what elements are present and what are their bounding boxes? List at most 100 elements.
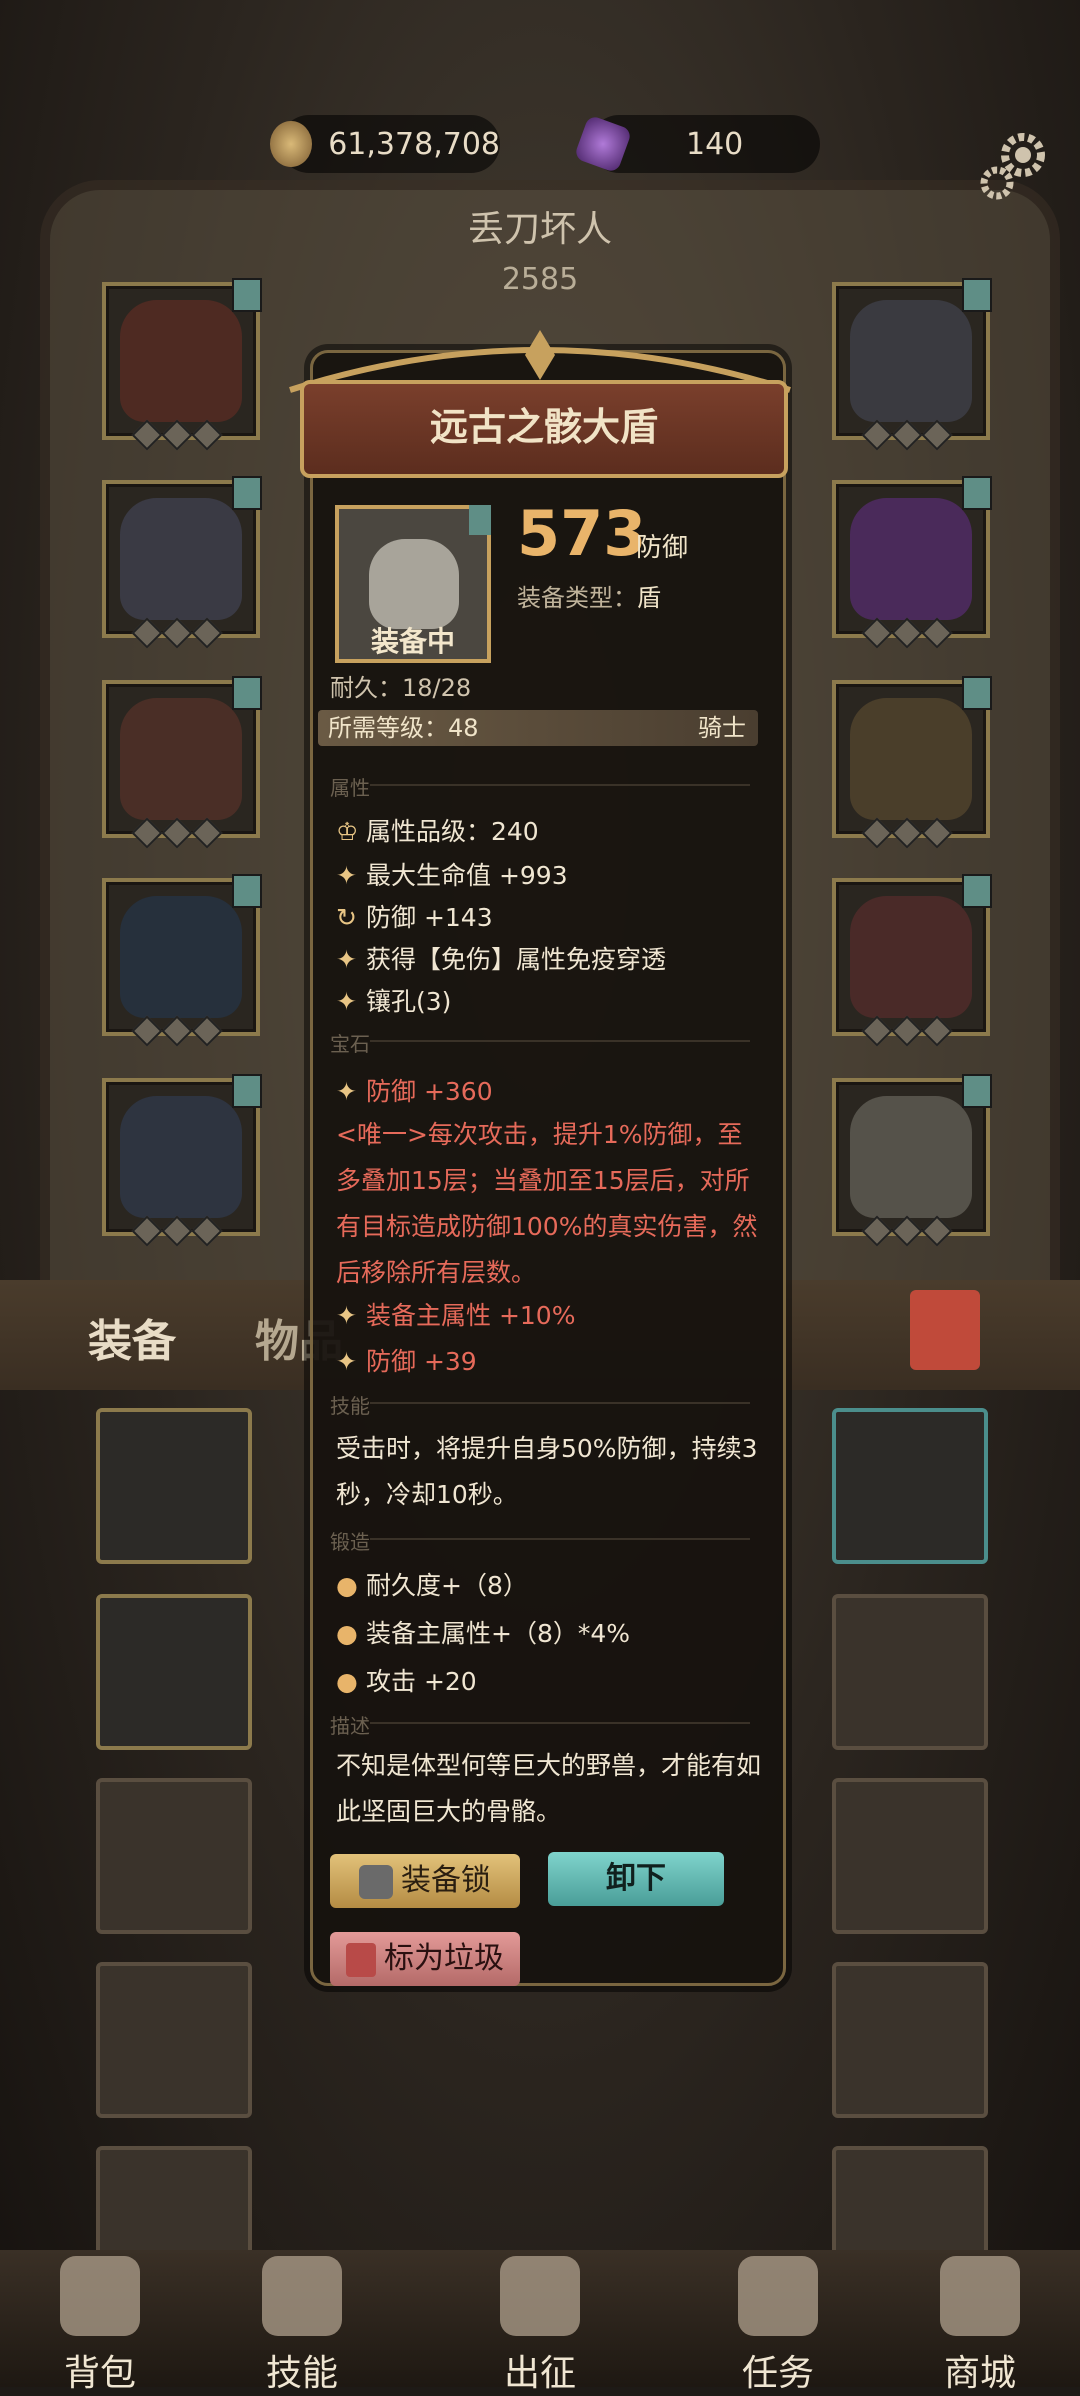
forge-main-attr: ● 装备主属性+（8）*4% (336, 1614, 630, 1650)
divider (370, 784, 750, 786)
backpack-icon (60, 2256, 140, 2336)
grade-icon: ♔ (336, 817, 359, 846)
nav-quests-label: 任务 (741, 2353, 814, 2394)
gem-defense-text: 防御 +360 (366, 1077, 493, 1106)
attr-def-text: 防御 +143 (366, 903, 493, 932)
nav-backpack[interactable]: 背包 (20, 2250, 180, 2394)
equip-slot-cape[interactable] (832, 476, 992, 649)
equipped-status: 装备中 (370, 625, 455, 658)
section-attributes: 属性 (330, 776, 370, 800)
inventory-slot[interactable] (96, 1408, 252, 1564)
gold-counter: 61,378,708 (270, 115, 500, 173)
divider (370, 1722, 750, 1724)
equip-type: 装备类型：盾 (517, 578, 661, 613)
equip-lock-label: 装备锁 (401, 1863, 491, 1898)
forge-main-text: 装备主属性+（8）*4% (366, 1619, 631, 1648)
player-name: 丢刀坏人 (467, 209, 612, 250)
requirement-bar: 所需等级：48 骑士 (318, 710, 758, 746)
gem-main-attr: ✦ 装备主属性 +10% (336, 1296, 575, 1332)
equip-slot-gloves[interactable] (102, 676, 262, 849)
divider (370, 1402, 750, 1404)
nav-shop[interactable]: 商城 (900, 2250, 1060, 2394)
inventory-slot[interactable] (96, 1594, 252, 1750)
star-icon: ✦ (336, 987, 357, 1016)
gem-defense: ✦ 防御 +360 (336, 1072, 493, 1108)
forge-durability: ● 耐久度+（8） (336, 1566, 528, 1602)
nav-skills-label: 技能 (265, 2353, 338, 2394)
coin-icon (270, 121, 313, 167)
forge-attack-text: 攻击 +20 (366, 1667, 477, 1696)
star-icon: ✦ (336, 1301, 357, 1330)
inventory-slot[interactable] (96, 1778, 252, 1934)
attr-immune-text: 获得【免伤】属性免疫穿透 (366, 945, 667, 974)
orb-icon: ● (336, 1571, 358, 1600)
inventory-slot[interactable] (96, 1962, 252, 2118)
lock-icon (359, 1864, 393, 1899)
equip-slot-ring[interactable] (832, 676, 992, 849)
equip-slot-helmet[interactable] (102, 278, 262, 451)
inventory-slot[interactable] (832, 1778, 988, 1934)
section-skill: 技能 (330, 1394, 370, 1418)
gem-amount: 140 (686, 126, 744, 162)
forge-attack: ● 攻击 +20 (336, 1662, 477, 1698)
orb-icon: ● (336, 1619, 358, 1648)
required-level: 所需等级：48 (328, 714, 479, 742)
nav-quests[interactable]: 任务 (698, 2250, 858, 2394)
star-icon: ✦ (336, 945, 357, 974)
nav-shop-label: 商城 (943, 2353, 1016, 2394)
equip-slot-boots[interactable] (102, 1074, 262, 1247)
trash-bin-icon[interactable] (910, 1290, 980, 1370)
gem-defense-2: ✦ 防御 +39 (336, 1342, 477, 1378)
inventory-slot[interactable] (832, 1594, 988, 1750)
nav-expedition-label: 出征 (503, 2353, 576, 2394)
required-class: 骑士 (698, 714, 746, 742)
defense-value: 573 (517, 497, 647, 570)
skill-text: 受击时，将提升自身50%防御，持续3秒，冷却10秒。 (336, 1434, 758, 1509)
gold-amount: 61,378,708 (328, 126, 500, 162)
divider (370, 1538, 750, 1540)
equip-slot-amulet[interactable] (832, 278, 992, 451)
equip-slot-armor[interactable] (102, 476, 262, 649)
gem-defense-2-text: 防御 +39 (366, 1347, 477, 1376)
tab-equipment[interactable]: 装备 (88, 1305, 176, 1369)
attr-immune: ✦ 获得【免伤】属性免疫穿透 (336, 940, 666, 976)
skill-book-icon (262, 2256, 342, 2336)
equip-lock-button[interactable]: 装备锁 (330, 1854, 520, 1908)
star-icon: ✦ (336, 1347, 357, 1376)
shop-crown-icon (940, 2256, 1020, 2336)
inventory-slot[interactable] (832, 1408, 988, 1564)
section-description: 描述 (330, 1714, 370, 1738)
equip-slot-legs[interactable] (102, 874, 262, 1047)
star-icon: ✦ (336, 861, 357, 890)
durability: 耐久：18/28 (330, 674, 472, 702)
forge-durability-text: 耐久度+（8） (366, 1571, 528, 1600)
orb-icon: ● (336, 1667, 358, 1696)
attr-grade-text: 属性品级：240 (366, 817, 539, 846)
section-gems: 宝石 (330, 1032, 370, 1056)
settings-gear-icon[interactable] (975, 125, 1055, 205)
junk-icon (346, 1942, 376, 1977)
attr-socket: ✦ 镶孔(3) (336, 982, 451, 1018)
gem-counter: 140 (573, 114, 820, 174)
attr-socket-text: 镶孔(3) (366, 987, 452, 1016)
nav-expedition[interactable]: 出征 (460, 2250, 620, 2394)
mark-junk-label: 标为垃圾 (384, 1941, 504, 1976)
mark-junk-button[interactable]: 标为垃圾 (330, 1932, 520, 1986)
unequip-button[interactable]: 卸下 (548, 1852, 724, 1906)
equip-slot-shield[interactable] (832, 1074, 992, 1247)
section-forge: 锻造 (330, 1530, 370, 1554)
nav-skills[interactable]: 技能 (222, 2250, 382, 2394)
inventory-slot[interactable] (832, 1962, 988, 2118)
gem-main-text: 装备主属性 +10% (366, 1301, 576, 1330)
nav-backpack-label: 背包 (63, 2353, 136, 2394)
equip-type-label: 装备类型： (517, 584, 637, 612)
star-icon: ✦ (336, 1077, 357, 1106)
attr-hp: ✦ 最大生命值 +993 (336, 856, 568, 892)
equip-slot-weapon[interactable] (832, 874, 992, 1047)
attr-grade: ♔ 属性品级：240 (336, 812, 539, 848)
skull-shield-icon (369, 539, 459, 629)
divider (370, 1040, 750, 1042)
refresh-icon: ↻ (336, 903, 357, 932)
sword-map-icon (500, 2256, 580, 2336)
equip-type-value: 盾 (637, 584, 661, 612)
